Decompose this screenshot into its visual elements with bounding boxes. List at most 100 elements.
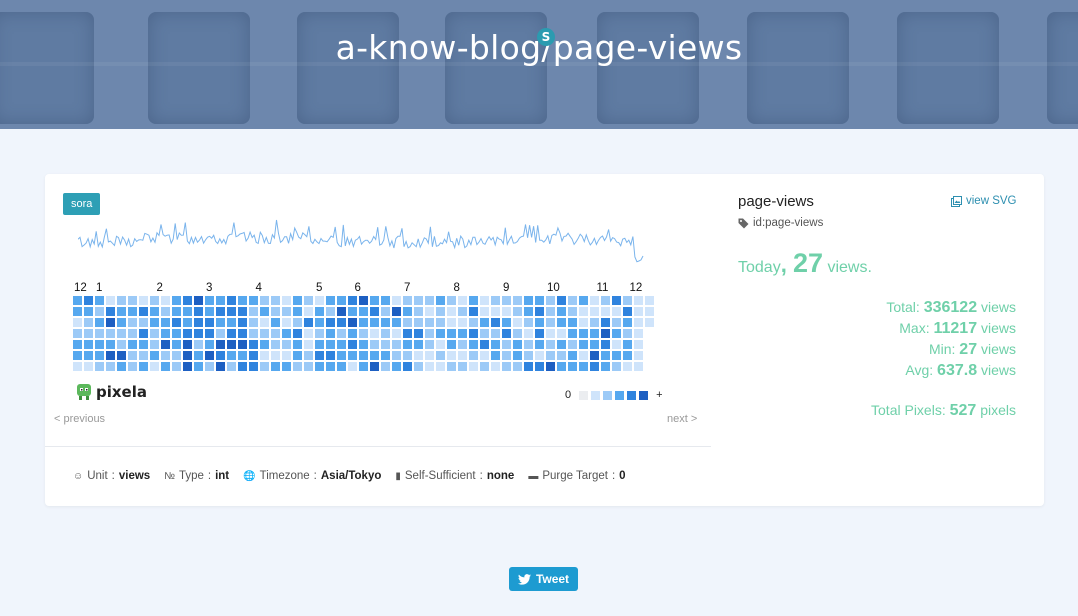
heatmap-pixel[interactable] xyxy=(260,296,269,305)
heatmap-pixel[interactable] xyxy=(249,296,258,305)
heatmap-pixel[interactable] xyxy=(359,307,368,316)
heatmap-pixel[interactable] xyxy=(315,296,324,305)
heatmap-pixel[interactable] xyxy=(634,307,643,316)
heatmap-pixel[interactable] xyxy=(436,318,445,327)
heatmap-pixel[interactable] xyxy=(557,351,566,360)
heatmap-pixel[interactable] xyxy=(392,296,401,305)
heatmap-pixel[interactable] xyxy=(216,296,225,305)
heatmap-pixel[interactable] xyxy=(183,329,192,338)
heatmap-pixel[interactable] xyxy=(612,351,621,360)
heatmap-pixel[interactable] xyxy=(546,307,555,316)
heatmap-pixel[interactable] xyxy=(590,318,599,327)
heatmap-pixel[interactable] xyxy=(381,318,390,327)
heatmap-pixel[interactable] xyxy=(590,329,599,338)
heatmap-pixel[interactable] xyxy=(557,362,566,371)
heatmap-pixel[interactable] xyxy=(579,318,588,327)
heatmap-pixel[interactable] xyxy=(337,329,346,338)
heatmap-pixel[interactable] xyxy=(271,329,280,338)
heatmap-pixel[interactable] xyxy=(469,307,478,316)
heatmap-pixel[interactable] xyxy=(172,351,181,360)
heatmap-pixel[interactable] xyxy=(447,307,456,316)
heatmap-pixel[interactable] xyxy=(139,340,148,349)
heatmap-pixel[interactable] xyxy=(227,296,236,305)
heatmap-pixel[interactable] xyxy=(227,329,236,338)
heatmap-pixel[interactable] xyxy=(590,362,599,371)
heatmap-pixel[interactable] xyxy=(194,318,203,327)
heatmap-pixel[interactable] xyxy=(579,307,588,316)
heatmap-pixel[interactable] xyxy=(436,307,445,316)
heatmap-pixel[interactable] xyxy=(425,318,434,327)
heatmap-pixel[interactable] xyxy=(568,351,577,360)
heatmap-pixel[interactable] xyxy=(480,329,489,338)
heatmap-pixel[interactable] xyxy=(139,296,148,305)
heatmap-pixel[interactable] xyxy=(381,362,390,371)
heatmap-pixel[interactable] xyxy=(590,307,599,316)
heatmap-pixel[interactable] xyxy=(293,318,302,327)
heatmap-pixel[interactable] xyxy=(425,329,434,338)
heatmap-pixel[interactable] xyxy=(194,307,203,316)
heatmap-pixel[interactable] xyxy=(161,362,170,371)
heatmap-pixel[interactable] xyxy=(601,296,610,305)
heatmap-pixel[interactable] xyxy=(205,329,214,338)
heatmap-pixel[interactable] xyxy=(293,329,302,338)
heatmap-pixel[interactable] xyxy=(172,296,181,305)
heatmap-pixel[interactable] xyxy=(117,296,126,305)
heatmap-pixel[interactable] xyxy=(414,362,423,371)
heatmap-pixel[interactable] xyxy=(216,340,225,349)
heatmap-pixel[interactable] xyxy=(513,307,522,316)
heatmap-pixel[interactable] xyxy=(469,351,478,360)
heatmap-pixel[interactable] xyxy=(84,351,93,360)
heatmap-pixel[interactable] xyxy=(436,351,445,360)
heatmap-pixel[interactable] xyxy=(117,318,126,327)
heatmap-pixel[interactable] xyxy=(117,340,126,349)
heatmap-pixel[interactable] xyxy=(84,318,93,327)
heatmap-pixel[interactable] xyxy=(524,307,533,316)
heatmap-pixel[interactable] xyxy=(304,318,313,327)
heatmap-pixel[interactable] xyxy=(95,329,104,338)
heatmap-pixel[interactable] xyxy=(227,351,236,360)
heatmap-pixel[interactable] xyxy=(557,340,566,349)
heatmap-pixel[interactable] xyxy=(359,329,368,338)
heatmap-pixel[interactable] xyxy=(326,362,335,371)
heatmap-pixel[interactable] xyxy=(458,351,467,360)
heatmap-pixel[interactable] xyxy=(601,340,610,349)
heatmap-pixel[interactable] xyxy=(458,307,467,316)
heatmap-pixel[interactable] xyxy=(260,307,269,316)
heatmap-pixel[interactable] xyxy=(95,296,104,305)
heatmap-pixel[interactable] xyxy=(403,318,412,327)
heatmap-pixel[interactable] xyxy=(491,340,500,349)
heatmap-pixel[interactable] xyxy=(645,307,654,316)
heatmap-pixel[interactable] xyxy=(73,362,82,371)
heatmap-pixel[interactable] xyxy=(469,329,478,338)
heatmap-pixel[interactable] xyxy=(161,307,170,316)
heatmap-pixel[interactable] xyxy=(546,351,555,360)
heatmap-pixel[interactable] xyxy=(161,296,170,305)
heatmap-pixel[interactable] xyxy=(634,340,643,349)
heatmap-pixel[interactable] xyxy=(359,351,368,360)
heatmap-pixel[interactable] xyxy=(260,340,269,349)
heatmap-pixel[interactable] xyxy=(370,329,379,338)
heatmap-pixel[interactable] xyxy=(249,307,258,316)
heatmap-pixel[interactable] xyxy=(403,296,412,305)
heatmap-pixel[interactable] xyxy=(612,307,621,316)
heatmap-pixel[interactable] xyxy=(172,307,181,316)
heatmap-pixel[interactable] xyxy=(315,351,324,360)
heatmap-pixel[interactable] xyxy=(304,362,313,371)
heatmap-pixel[interactable] xyxy=(293,351,302,360)
heatmap-pixel[interactable] xyxy=(403,329,412,338)
heatmap-pixel[interactable] xyxy=(238,318,247,327)
heatmap-pixel[interactable] xyxy=(458,362,467,371)
heatmap-pixel[interactable] xyxy=(546,318,555,327)
heatmap-pixel[interactable] xyxy=(84,307,93,316)
heatmap-pixel[interactable] xyxy=(359,318,368,327)
heatmap-pixel[interactable] xyxy=(447,340,456,349)
heatmap-pixel[interactable] xyxy=(337,340,346,349)
heatmap-pixel[interactable] xyxy=(348,318,357,327)
heatmap-pixel[interactable] xyxy=(73,351,82,360)
heatmap-pixel[interactable] xyxy=(601,318,610,327)
heatmap-pixel[interactable] xyxy=(546,296,555,305)
heatmap-pixel[interactable] xyxy=(381,340,390,349)
heatmap-pixel[interactable] xyxy=(139,351,148,360)
pixela-logo[interactable]: pixela xyxy=(75,383,147,401)
heatmap-pixel[interactable] xyxy=(348,329,357,338)
